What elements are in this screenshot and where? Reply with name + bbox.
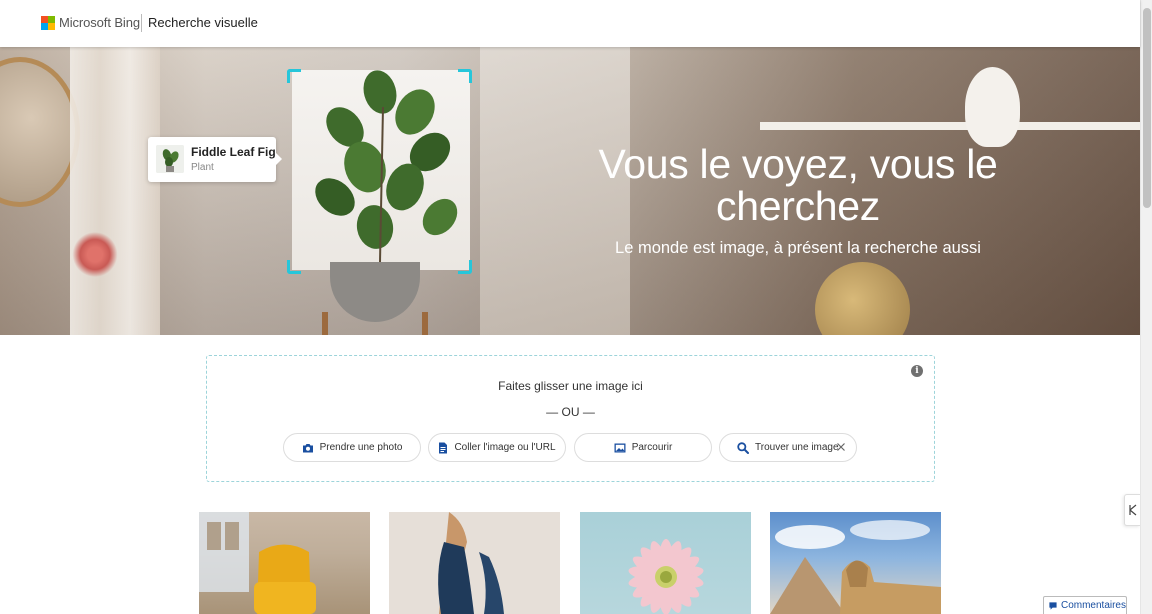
plant-thumbnail-icon <box>156 145 184 173</box>
microsoft-logo-icon[interactable] <box>41 16 55 30</box>
hero-shelf <box>760 122 1140 130</box>
example-image-sphinx[interactable] <box>770 512 941 614</box>
side-collapse-tab[interactable] <box>1124 494 1140 526</box>
chat-icon <box>1049 601 1057 610</box>
tag-subtitle: Plant <box>191 162 214 173</box>
search-icon <box>737 441 749 454</box>
browse-label: Parcourir <box>631 442 673 453</box>
page-scrollbar[interactable] <box>1140 0 1152 614</box>
or-separator: — OU — <box>546 405 595 419</box>
paste-image-url-label: Coller l'image ou l'URL <box>454 442 556 453</box>
crop-corner-bottom-left <box>287 260 301 274</box>
example-image-high-heel[interactable] <box>389 512 560 614</box>
hero-flowers <box>65 232 125 277</box>
crop-corner-bottom-right <box>458 260 472 274</box>
plant-stand <box>322 312 428 335</box>
brand-name[interactable]: Microsoft Bing <box>59 15 140 30</box>
plant-leaves <box>315 70 458 262</box>
take-photo-label: Prendre une photo <box>319 442 403 453</box>
image-icon <box>614 443 626 452</box>
feedback-label: Commentaires <box>1060 600 1126 611</box>
hero-curtain <box>70 47 160 335</box>
find-image-label: Trouver une image <box>755 442 839 453</box>
feedback-button[interactable]: Commentaires <box>1043 596 1127 614</box>
drop-instruction: Faites glisser une image ici <box>498 379 643 393</box>
camera-icon <box>302 443 313 452</box>
browse-button[interactable]: Parcourir <box>574 433 712 462</box>
crop-corner-top-left <box>287 69 301 83</box>
find-image-button[interactable]: Trouver une image <box>719 433 857 462</box>
info-icon[interactable]: i <box>911 365 923 377</box>
crop-corner-top-right <box>458 69 472 83</box>
take-photo-button[interactable]: Prendre une photo <box>283 433 421 462</box>
header-divider <box>141 14 142 32</box>
document-icon <box>439 442 448 453</box>
hero-title: Vous le voyez, vous le cherchez <box>598 141 998 229</box>
close-icon[interactable] <box>836 442 846 452</box>
hero-subtitle: Le monde est image, à présent la recherc… <box>615 239 981 257</box>
hero-vase <box>965 67 1020 147</box>
hero-mirror <box>0 57 80 207</box>
result-tag-card: Fiddle Leaf Fig Plant <box>148 137 282 182</box>
example-image-pink-flower[interactable] <box>580 512 751 614</box>
tag-title: Fiddle Leaf Fig <box>191 145 276 159</box>
scrollbar-thumb[interactable] <box>1143 8 1151 208</box>
page-title: Recherche visuelle <box>148 15 258 30</box>
top-header: Microsoft Bing Recherche visuelle <box>0 0 1140 47</box>
example-image-yellow-chair[interactable] <box>199 512 370 614</box>
hero-globe <box>815 262 910 335</box>
collapse-arrow-icon <box>1128 504 1136 516</box>
paste-image-url-button[interactable]: Coller l'image ou l'URL <box>428 433 566 462</box>
